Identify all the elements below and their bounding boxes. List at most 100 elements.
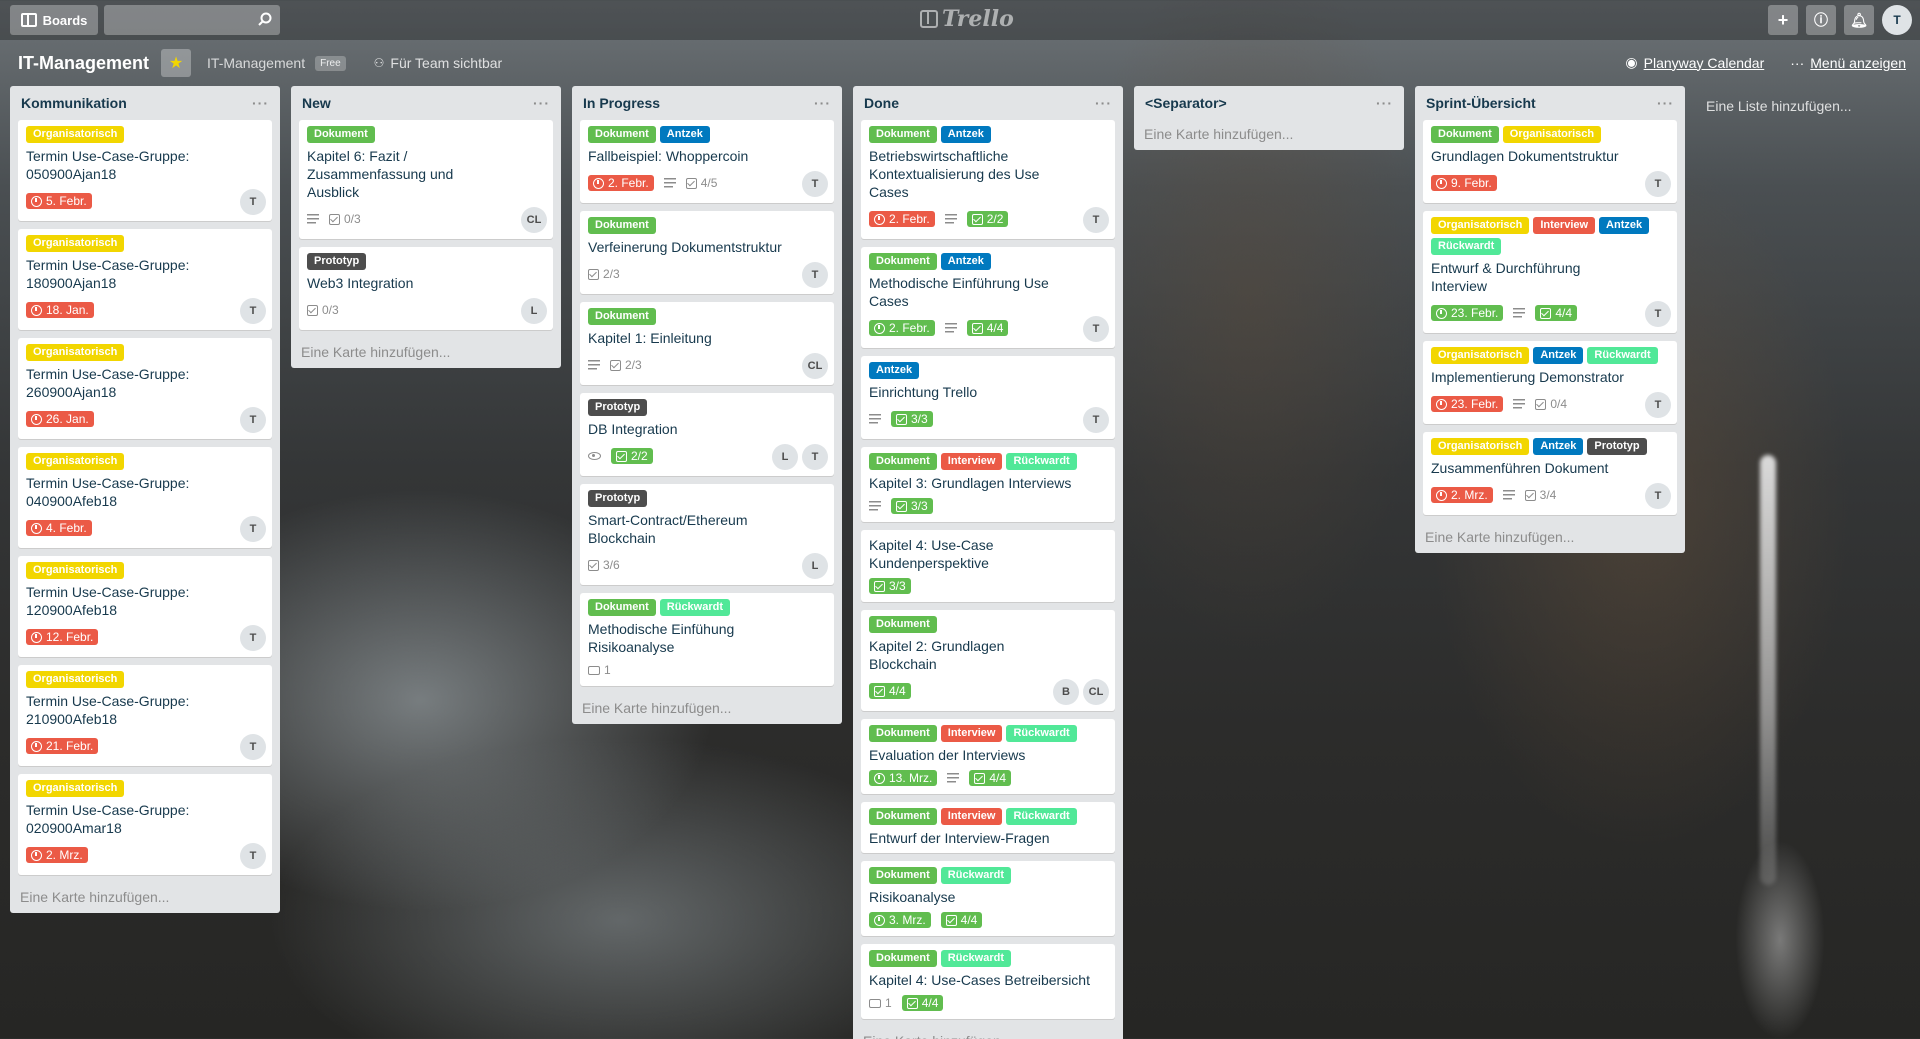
list-title[interactable]: <Separator>	[1145, 95, 1227, 111]
list-menu-icon[interactable]: ···	[814, 95, 831, 111]
list-menu-icon[interactable]: ···	[1376, 95, 1393, 111]
add-card-button[interactable]: Eine Karte hinzufügen...	[580, 694, 834, 718]
add-list-button[interactable]: Eine Liste hinzufügen...	[1706, 98, 1852, 114]
due-date-badge[interactable]: 13. Mrz.	[869, 770, 938, 786]
due-date-badge[interactable]: 21. Febr.	[26, 738, 99, 754]
list-header[interactable]: New ···	[299, 86, 553, 120]
member-avatar[interactable]: T	[802, 262, 828, 288]
due-date-badge[interactable]: 5. Febr.	[26, 193, 92, 209]
card[interactable]: Dokument Rückwardt Methodische Einfühung R…	[580, 593, 834, 686]
list-title[interactable]: In Progress	[583, 95, 660, 111]
search-box[interactable]	[104, 5, 280, 35]
card[interactable]: Organisatorisch Termin Use-Case-Gruppe: 2…	[18, 338, 272, 439]
due-date-badge[interactable]: 12. Febr.	[26, 629, 99, 645]
due-date-badge[interactable]: 23. Febr.	[1431, 396, 1504, 412]
member-avatar[interactable]: L	[521, 298, 547, 324]
due-date-badge[interactable]: 2. Febr.	[869, 320, 935, 336]
member-avatar[interactable]: T	[1645, 301, 1671, 327]
member-avatar[interactable]: T	[240, 298, 266, 324]
card[interactable]: Dokument Antzek Fallbeispiel: Whoppercoin 2…	[580, 120, 834, 203]
card[interactable]: Dokument Rückwardt Risikoanalyse 3. Mrz. 4/4	[861, 861, 1115, 936]
card[interactable]: Dokument Antzek Betriebswirtschaftliche Ko…	[861, 120, 1115, 239]
member-avatar[interactable]: T	[240, 625, 266, 651]
member-avatar[interactable]: T	[1083, 316, 1109, 342]
add-card-button[interactable]: Eine Karte hinzufügen...	[1142, 120, 1396, 144]
list-header[interactable]: In Progress ···	[580, 86, 834, 120]
member-avatar[interactable]: T	[1645, 171, 1671, 197]
list-header[interactable]: <Separator> ···	[1142, 86, 1396, 120]
member-avatar[interactable]: T	[240, 189, 266, 215]
trello-logo[interactable]: Trello	[920, 6, 1014, 32]
list-menu-icon[interactable]: ···	[533, 95, 550, 111]
member-avatar[interactable]: B	[1053, 679, 1079, 705]
search-icon[interactable]	[258, 12, 272, 26]
planyway-button[interactable]: ◉ Planyway Calendar	[1625, 54, 1764, 71]
member-avatar[interactable]: T	[240, 516, 266, 542]
card[interactable]: Prototyp Web3 Integration 0/3 L	[299, 247, 553, 330]
due-date-badge[interactable]: 4. Febr.	[26, 520, 92, 536]
boards-button[interactable]: Boards	[10, 5, 98, 35]
due-date-badge[interactable]: 9. Febr.	[1431, 175, 1497, 191]
add-card-button[interactable]: Eine Karte hinzufügen...	[1423, 523, 1677, 547]
card[interactable]: Prototyp DB Integration 2/2 L T	[580, 393, 834, 476]
member-avatar[interactable]: T	[240, 407, 266, 433]
member-avatar[interactable]: T	[1645, 392, 1671, 418]
card[interactable]: Organisatorisch Antzek Rückwardt Implementi…	[1423, 341, 1677, 424]
card[interactable]: Organisatorisch Termin Use-Case-Gruppe: 0…	[18, 774, 272, 875]
add-card-button[interactable]: Eine Karte hinzufügen...	[861, 1027, 1115, 1039]
card[interactable]: Kapitel 4: Use-Case Kundenperspektive 3/3	[861, 530, 1115, 602]
list-header[interactable]: Done ···	[861, 86, 1115, 120]
team-link[interactable]: IT-Management	[207, 55, 305, 71]
list-header[interactable]: Kommunikation ···	[18, 86, 272, 120]
board-title[interactable]: IT-Management	[18, 53, 149, 74]
card[interactable]: Dokument Organisatorisch Grundlagen Dokume…	[1423, 120, 1677, 203]
member-avatar[interactable]: CL	[521, 207, 547, 233]
info-button[interactable]: ⓘ	[1806, 5, 1836, 35]
card[interactable]: Prototyp Smart-Contract/Ethereum Blockcha…	[580, 484, 834, 585]
card[interactable]: Organisatorisch Termin Use-Case-Gruppe: 1…	[18, 229, 272, 330]
search-input[interactable]	[104, 5, 280, 35]
card[interactable]: Dokument Verfeinerung Dokumentstruktur 2/3…	[580, 211, 834, 294]
card[interactable]: Organisatorisch Interview Antzek Rückwardt E…	[1423, 211, 1677, 333]
card[interactable]: Dokument Kapitel 2: Grundlagen Blockchain…	[861, 610, 1115, 711]
list-menu-icon[interactable]: ···	[1657, 95, 1674, 111]
show-menu-button[interactable]: ··· Menü anzeigen	[1790, 54, 1906, 71]
due-date-badge[interactable]: 2. Febr.	[588, 175, 654, 191]
add-card-button[interactable]: Eine Karte hinzufügen...	[18, 883, 272, 907]
card[interactable]: Organisatorisch Termin Use-Case-Gruppe: 1…	[18, 556, 272, 657]
card[interactable]: Dokument Rückwardt Kapitel 4: Use-Cases Be…	[861, 944, 1115, 1019]
list-title[interactable]: Kommunikation	[21, 95, 127, 111]
member-avatar[interactable]: CL	[802, 353, 828, 379]
list-title[interactable]: Sprint-Übersicht	[1426, 95, 1536, 111]
due-date-badge[interactable]: 23. Febr.	[1431, 305, 1504, 321]
member-avatar[interactable]: T	[802, 444, 828, 470]
list-menu-icon[interactable]: ···	[252, 95, 269, 111]
member-avatar[interactable]: T	[240, 734, 266, 760]
list-title[interactable]: New	[302, 95, 331, 111]
list-title[interactable]: Done	[864, 95, 899, 111]
card[interactable]: Dokument Interview Rückwardt Kapitel 3: Gru…	[861, 447, 1115, 522]
create-button[interactable]: +	[1768, 5, 1798, 35]
member-avatar[interactable]: L	[772, 444, 798, 470]
list-header[interactable]: Sprint-Übersicht ···	[1423, 86, 1677, 120]
visibility-button[interactable]: ⚇ Für Team sichtbar	[374, 55, 503, 71]
member-avatar[interactable]: T	[240, 843, 266, 869]
due-date-badge[interactable]: 18. Jan.	[26, 302, 94, 318]
card[interactable]: Dokument Interview Rückwardt Evaluation der…	[861, 719, 1115, 794]
card[interactable]: Dokument Interview Rückwardt Entwurf der In…	[861, 802, 1115, 853]
add-card-button[interactable]: Eine Karte hinzufügen...	[299, 338, 553, 362]
card[interactable]: Antzek Einrichtung Trello 3/3 T	[861, 356, 1115, 439]
due-date-badge[interactable]: 2. Mrz.	[26, 847, 88, 863]
member-avatar[interactable]: CL	[1083, 679, 1109, 705]
due-date-badge[interactable]: 2. Febr.	[869, 211, 935, 227]
card[interactable]: Dokument Kapitel 6: Fazit / Zusammenfassu…	[299, 120, 553, 239]
member-avatar[interactable]: T	[1645, 483, 1671, 509]
user-avatar[interactable]: T	[1882, 5, 1912, 35]
card[interactable]: Organisatorisch Termin Use-Case-Gruppe: 2…	[18, 665, 272, 766]
card[interactable]: Dokument Kapitel 1: Einleitung 2/3 CL	[580, 302, 834, 385]
card[interactable]: Organisatorisch Termin Use-Case-Gruppe: 0…	[18, 120, 272, 221]
card[interactable]: Organisatorisch Termin Use-Case-Gruppe: 0…	[18, 447, 272, 548]
member-avatar[interactable]: T	[1083, 207, 1109, 233]
due-date-badge[interactable]: 2. Mrz.	[1431, 487, 1493, 503]
card[interactable]: Organisatorisch Antzek Prototyp Zusammenfüh…	[1423, 432, 1677, 515]
